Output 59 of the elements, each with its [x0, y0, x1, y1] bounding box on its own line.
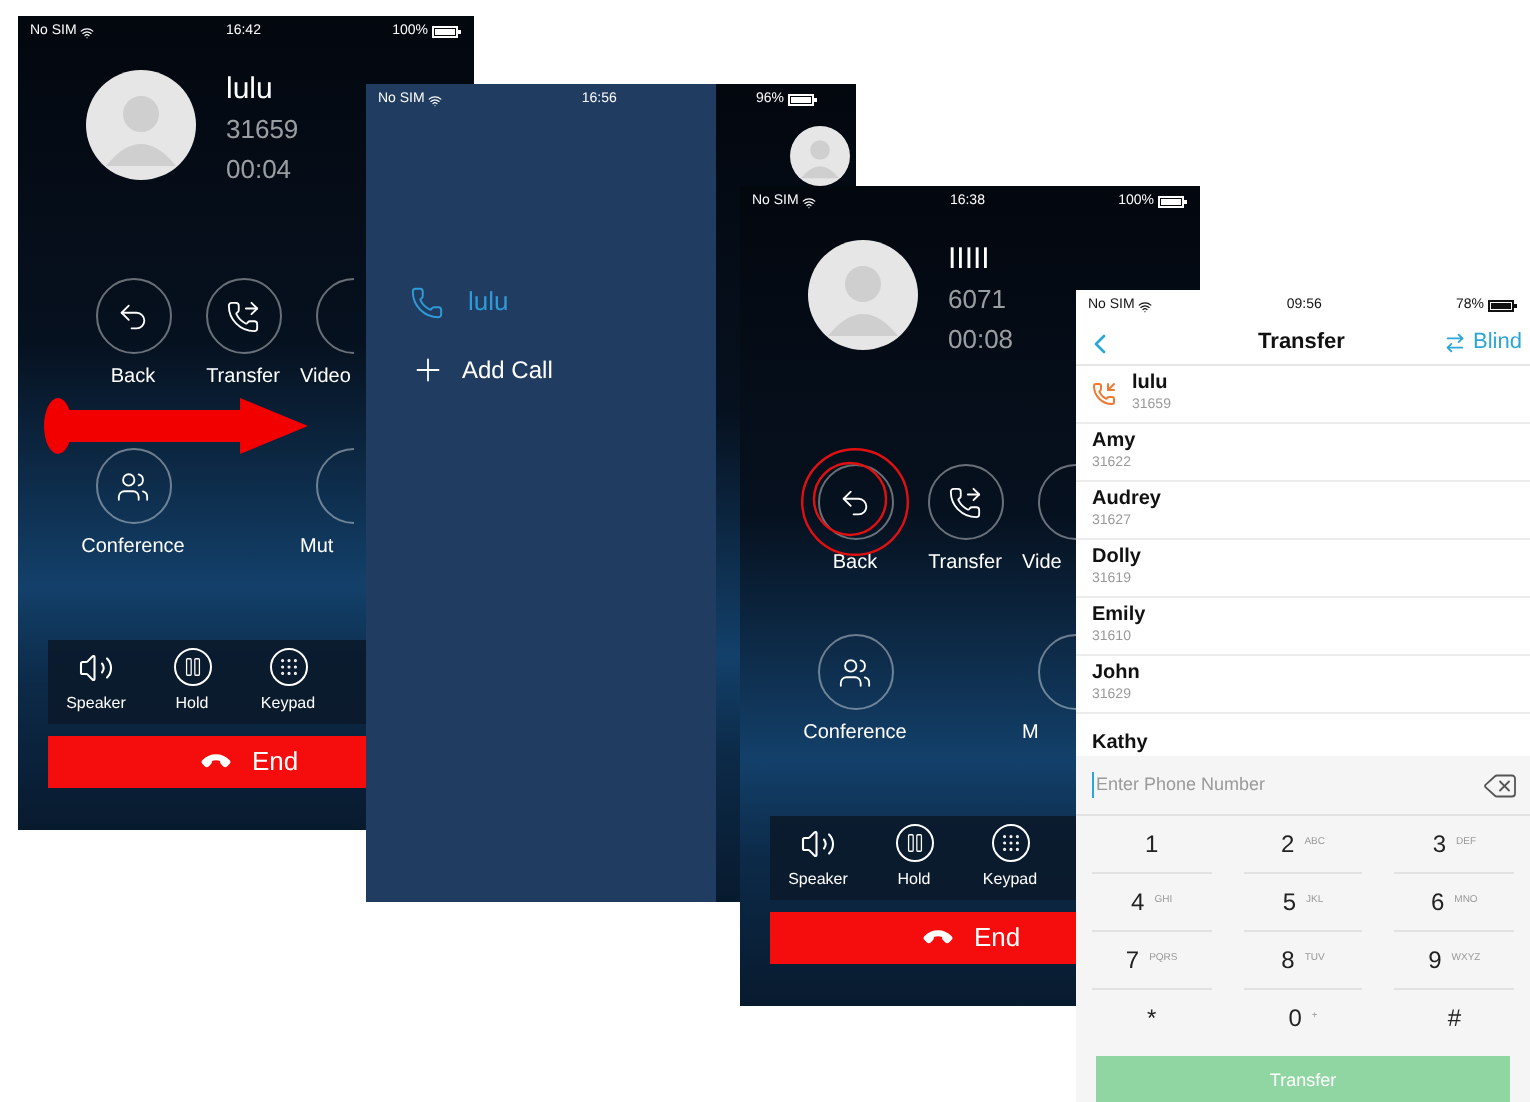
- phone-icon: [410, 285, 444, 319]
- pause-icon: [181, 656, 203, 678]
- back-button[interactable]: Back: [78, 278, 188, 392]
- dial-key[interactable]: 1: [1092, 816, 1212, 874]
- caller-number: 31659: [226, 112, 299, 148]
- wifi-icon: [802, 195, 817, 209]
- transfer-button[interactable]: Transfer: [188, 278, 298, 392]
- speaker-button[interactable]: Speaker: [48, 648, 144, 716]
- contact-name: lulu: [1132, 372, 1170, 394]
- contact-name: Dolly: [1092, 546, 1141, 568]
- wifi-icon: [428, 93, 443, 107]
- keypad-icon: [999, 832, 1021, 854]
- hold-button[interactable]: Hold: [144, 648, 240, 716]
- undo-arrow-icon: [838, 485, 872, 519]
- contact-name: John: [1092, 662, 1140, 684]
- transfer-button[interactable]: Transfer: [910, 464, 1020, 578]
- hold-button[interactable]: Hold: [866, 824, 962, 892]
- battery-icon: [787, 94, 818, 106]
- screen-title: Transfer: [1258, 328, 1345, 359]
- caller-name: lulu: [226, 70, 275, 110]
- wifi-icon: [1138, 299, 1153, 313]
- phone-forward-icon: [226, 299, 260, 333]
- contact-name: Kathy: [1092, 731, 1148, 753]
- phone-forward-icon: [948, 485, 982, 519]
- battery-icon: [432, 26, 462, 38]
- keypad-button[interactable]: Keypad: [962, 824, 1058, 892]
- speaker-icon: [78, 649, 114, 685]
- people-icon: [838, 655, 872, 689]
- phone-icon: [1092, 382, 1116, 406]
- avatar: [790, 126, 850, 186]
- undo-arrow-icon: [116, 299, 150, 333]
- contact-name: Emily: [1092, 604, 1146, 626]
- end-call-button[interactable]: End: [48, 736, 366, 788]
- end-call-button[interactable]: End: [770, 912, 1076, 964]
- phone-number-field[interactable]: Enter Phone Number: [1092, 771, 1482, 799]
- call-item[interactable]: lulu: [366, 278, 716, 326]
- contact-name: Audrey: [1092, 488, 1161, 510]
- keypad-button[interactable]: Keypad: [240, 648, 336, 716]
- wifi-icon: [80, 25, 95, 39]
- swap-arrows-icon: [1443, 332, 1466, 354]
- pause-icon: [903, 832, 925, 854]
- call-duration: 00:04: [226, 152, 294, 188]
- keypad-icon: [277, 656, 299, 678]
- speaker-icon: [800, 825, 836, 861]
- caller-name: IIIII: [948, 240, 992, 280]
- conference-button[interactable]: Conference: [800, 634, 910, 748]
- battery-icon: [1158, 196, 1188, 208]
- people-icon: [116, 469, 150, 503]
- contact-name: Amy: [1092, 430, 1136, 452]
- caller-number: 6071: [948, 282, 1008, 318]
- conference-button[interactable]: Conference: [78, 448, 188, 562]
- speaker-button[interactable]: Speaker: [770, 824, 866, 892]
- call-duration: 00:08: [948, 322, 1014, 358]
- avatar: [808, 240, 918, 350]
- battery-icon: [1487, 300, 1518, 312]
- add-call-item[interactable]: Add Call: [366, 346, 716, 394]
- avatar: [86, 70, 196, 180]
- dial-key[interactable]: *: [1092, 990, 1212, 1048]
- dial-key[interactable]: #: [1394, 990, 1514, 1048]
